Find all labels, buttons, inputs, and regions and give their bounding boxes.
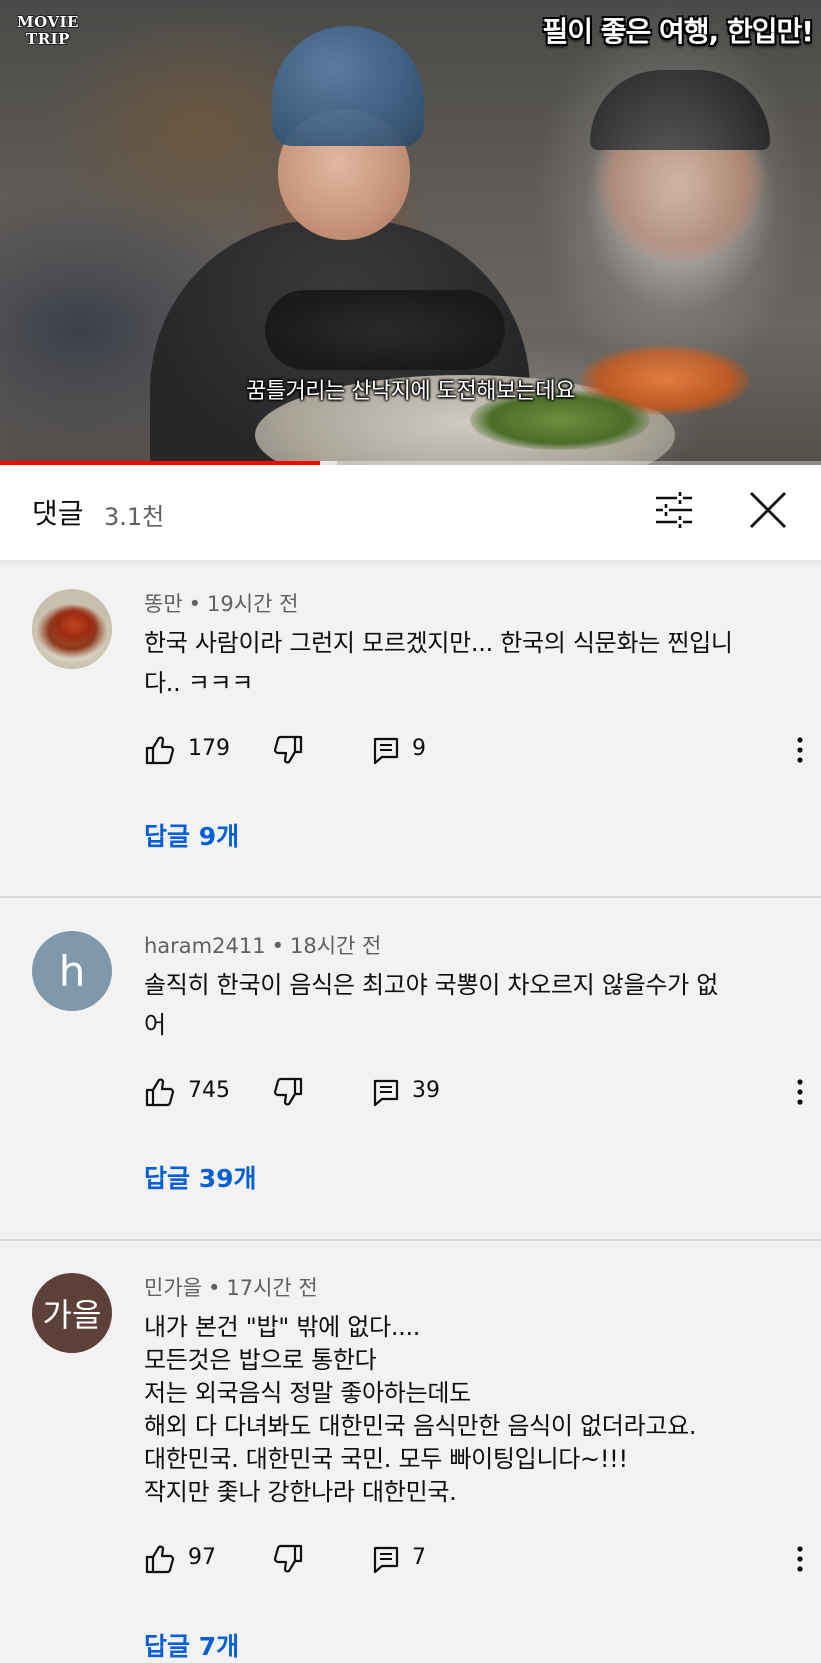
comment-item: 똥만 • 19시간 전 한국 사람이라 그런지 모르겠지만... 한국의 식문화는 … bbox=[0, 560, 821, 896]
meta-separator: • bbox=[271, 934, 284, 958]
comment-text-line: 작지만 좇나 강한나라 대한민국. bbox=[144, 1478, 457, 1506]
comment-text-line: 해외 다 다녀봐도 대한민국 음식만한 음식이 없더라고요. bbox=[144, 1412, 697, 1440]
logo-line-1: MOVIE bbox=[17, 13, 79, 31]
comment-text-line: 저는 외국음식 정말 좋아하는데도 bbox=[144, 1379, 471, 1407]
comment-icon[interactable] bbox=[370, 734, 402, 766]
like-count: 179 bbox=[188, 736, 230, 761]
meta-separator: • bbox=[207, 1276, 221, 1300]
comment-time: 18시간 전 bbox=[289, 934, 382, 958]
channel-logo: MOVIE TRIP bbox=[16, 14, 80, 48]
thumbs-up-icon[interactable] bbox=[144, 1543, 176, 1575]
comment-item: 가을 민가을 • 17시간 전 내가 본건 "밥" 밖에 없다.... 모든것은 밥… bbox=[0, 1241, 821, 1661]
thumbs-down-icon[interactable] bbox=[272, 1076, 304, 1108]
comment-text-line: 한국 사람이라 그런지 모르겠지만... 한국의 식문화는 찐입니 bbox=[144, 629, 733, 657]
comment-time: 17시간 전 bbox=[226, 1276, 318, 1300]
close-icon[interactable] bbox=[748, 490, 788, 530]
comment-text-line: 대한민국. 대한민국 국민. 모두 빠이팅입니다~!!! bbox=[144, 1445, 628, 1473]
comment-icon[interactable] bbox=[370, 1543, 402, 1575]
video-title-overlay: 필이 좋은 여행, 한입만! bbox=[542, 15, 814, 48]
comment-actions: 97 7 bbox=[144, 1541, 814, 1581]
view-replies-link[interactable]: 답글 39개 bbox=[144, 1159, 257, 1195]
like-count: 745 bbox=[188, 1078, 230, 1103]
comment-author[interactable]: haram2411 bbox=[144, 934, 266, 958]
reply-count: 9 bbox=[412, 736, 426, 761]
avatar[interactable]: h bbox=[32, 931, 112, 1011]
comment-text-line: 모든것은 밥으로 통한다 bbox=[144, 1346, 377, 1374]
like-count: 97 bbox=[188, 1545, 216, 1570]
comment-actions: 745 39 bbox=[144, 1074, 814, 1114]
video-scene-beanie bbox=[272, 26, 424, 146]
logo-line-2: TRIP bbox=[26, 30, 70, 48]
reply-count: 7 bbox=[412, 1545, 426, 1570]
more-vertical-icon[interactable] bbox=[784, 1543, 816, 1575]
video-player[interactable]: MOVIE TRIP 필이 좋은 여행, 한입만! 꿈틀거리는 산낙지에 도전해… bbox=[0, 0, 821, 465]
avatar[interactable] bbox=[32, 589, 112, 669]
comments-count: 3.1천 bbox=[104, 503, 165, 531]
comment-icon[interactable] bbox=[370, 1076, 402, 1108]
comments-header: 댓글 3.1천 bbox=[0, 465, 821, 560]
avatar[interactable]: 가을 bbox=[32, 1273, 112, 1353]
more-vertical-icon[interactable] bbox=[784, 1076, 816, 1108]
thumbs-down-icon[interactable] bbox=[272, 734, 304, 766]
comment-text-line: 솔직히 한국이 음식은 최고야 국뽕이 차오르지 않을수가 없 bbox=[144, 971, 719, 999]
thumbs-down-icon[interactable] bbox=[272, 1543, 304, 1575]
view-replies-link[interactable]: 답글 7개 bbox=[144, 1627, 239, 1663]
comment-meta: haram2411 • 18시간 전 bbox=[144, 930, 381, 960]
comment-text: 솔직히 한국이 음식은 최고야 국뽕이 차오르지 않을수가 없 어 bbox=[144, 965, 794, 1045]
view-replies-link[interactable]: 답글 9개 bbox=[144, 817, 239, 853]
video-scene-kimbap bbox=[265, 290, 505, 370]
more-vertical-icon[interactable] bbox=[784, 734, 816, 766]
comment-actions: 179 9 bbox=[144, 732, 814, 772]
comment-text-line: 어 bbox=[144, 1011, 166, 1039]
reply-count: 39 bbox=[412, 1078, 440, 1103]
comment-meta: 똥만 • 19시간 전 bbox=[144, 588, 298, 618]
video-subtitle: 꿈틀거리는 산낙지에 도전해보는데요 bbox=[246, 379, 575, 404]
comment-author[interactable]: 민가을 bbox=[144, 1276, 202, 1300]
thumbs-up-icon[interactable] bbox=[144, 734, 176, 766]
comment-text-line: 내가 본건 "밥" 밖에 없다.... bbox=[144, 1313, 421, 1341]
comment-text: 내가 본건 "밥" 밖에 없다.... 모든것은 밥으로 통한다 저는 외국음식… bbox=[144, 1311, 794, 1509]
comment-text-line: 다.. ㅋㅋㅋ bbox=[144, 669, 254, 697]
avatar-text: 가을 bbox=[42, 1296, 102, 1334]
comment-author[interactable]: 똥만 bbox=[144, 592, 183, 616]
comment-item: h haram2411 • 18시간 전 솔직히 한국이 음식은 최고야 국뽕이 차… bbox=[0, 898, 821, 1240]
comment-meta: 민가을 • 17시간 전 bbox=[144, 1272, 318, 1302]
thumbs-up-icon[interactable] bbox=[144, 1076, 176, 1108]
meta-separator: • bbox=[188, 592, 202, 616]
avatar-letter: h bbox=[58, 946, 86, 996]
comments-title: 댓글 bbox=[32, 497, 84, 530]
comment-text: 한국 사람이라 그런지 모르겠지만... 한국의 식문화는 찐입니 다.. ㅋㅋ… bbox=[144, 623, 794, 703]
sliders-icon[interactable] bbox=[652, 488, 696, 532]
comment-time: 19시간 전 bbox=[207, 592, 299, 616]
